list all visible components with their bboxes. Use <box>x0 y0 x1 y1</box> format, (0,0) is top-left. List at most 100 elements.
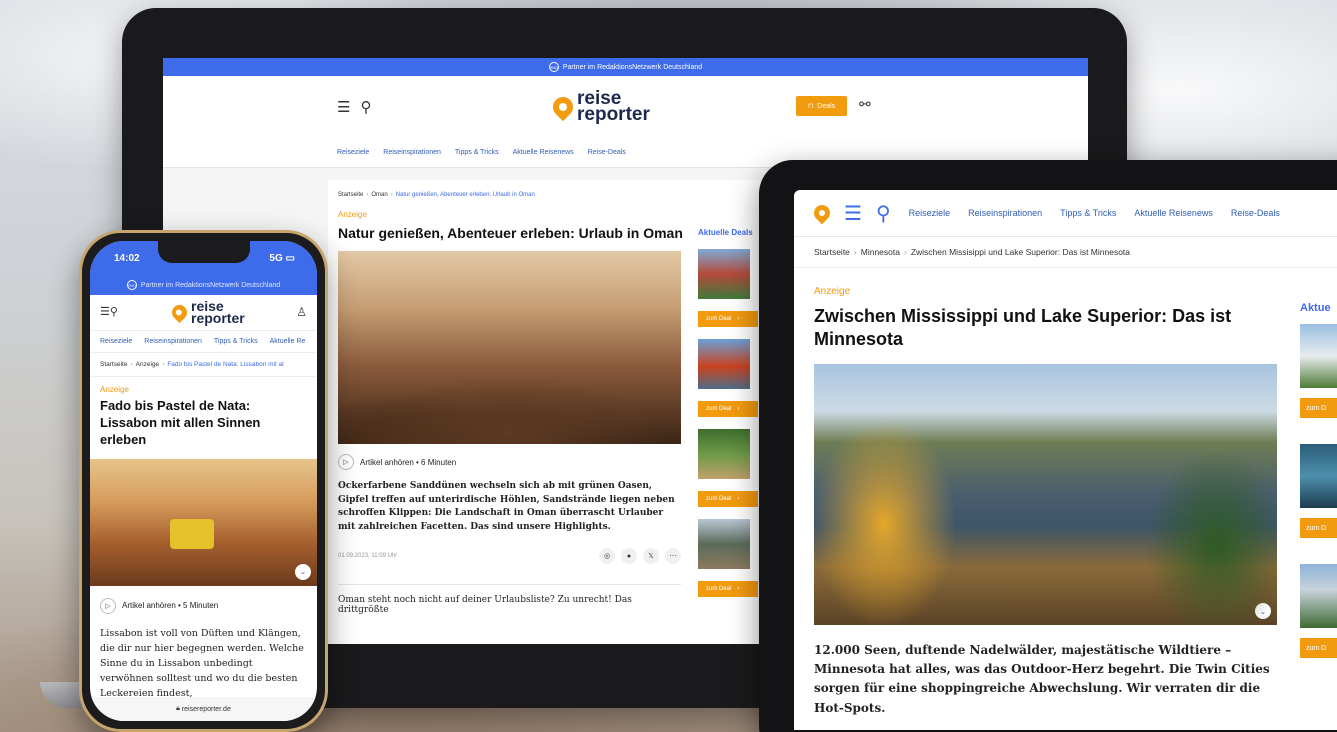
site-header: ☰⚲ reise reporter ♙ <box>90 295 317 331</box>
chevron-down-icon[interactable]: ⌄ <box>295 563 311 580</box>
deals-label: Deals <box>817 102 836 110</box>
nav-item[interactable]: Aktuelle Reisenews <box>1134 208 1213 218</box>
nav-item[interactable]: Tipps & Tricks <box>214 338 258 345</box>
deals-sidebar: Aktue zum D zum D zum D <box>1300 302 1337 684</box>
user-icon[interactable]: ♙ <box>296 305 307 319</box>
deal-button[interactable]: zum Deal › <box>698 491 758 507</box>
logo-pin-icon <box>548 92 578 122</box>
breadcrumb-item[interactable]: Minnesota <box>861 247 900 257</box>
menu-search-icon[interactable]: ☰⚲ <box>100 305 118 318</box>
status-network: 5G ▭ <box>269 252 295 264</box>
nav-item[interactable]: Tipps & Tricks <box>1060 208 1116 218</box>
listen-label: Artikel anhören • 5 Minuten <box>122 601 219 611</box>
whatsapp-icon[interactable]: ◎ <box>599 548 615 564</box>
deal-image[interactable] <box>1300 324 1337 388</box>
url-bar[interactable]: 🔒︎ reisereporter.de <box>90 697 317 721</box>
chevron-down-icon[interactable]: ⌄ <box>1255 603 1271 619</box>
main-nav: Reiseziele Reiseinspirationen Tipps & Tr… <box>90 331 317 353</box>
facebook-icon[interactable]: ● <box>621 548 637 564</box>
partner-banner-text: Partner im RedaktionsNetzwerk Deutschlan… <box>140 281 281 289</box>
article-body: Oman steht noch nicht auf deiner Urlaubs… <box>338 584 681 615</box>
site-logo[interactable]: reise reporter <box>168 298 245 326</box>
partner-banner-text: Partner im RedaktionsNetzwerk Deutschlan… <box>562 63 703 71</box>
nav-item[interactable]: Reiseziele <box>100 338 132 345</box>
logo-text: reise reporter <box>577 88 650 126</box>
hero-image: ⌄ <box>814 364 1277 625</box>
rnd-logo-icon: RND <box>548 62 559 72</box>
menu-icon[interactable]: ☰ <box>337 98 350 116</box>
tablet-screen: ☰ ⚲ Reiseziele Reiseinspirationen Tipps … <box>794 190 1337 730</box>
user-icon[interactable]: ⚯ <box>859 96 871 113</box>
phone-device: 14:02 5G ▭ RND Partner im RedaktionsNetz… <box>79 230 328 732</box>
hero-image: ⌄ <box>90 458 317 586</box>
breadcrumb-current: Zwischen Missisippi und Lake Superior: D… <box>910 247 1131 257</box>
listen-button[interactable]: ▷ Artikel anhören • 6 Minuten <box>338 454 758 470</box>
sidebar-title: Aktue <box>1300 302 1331 314</box>
nav-item[interactable]: Reise-Deals <box>588 149 626 156</box>
ad-label: Anzeige <box>100 385 129 394</box>
deal-button[interactable]: zum D <box>1300 398 1337 418</box>
breadcrumb-current: Natur genießen, Abenteuer erleben: Urlau… <box>395 192 535 198</box>
breadcrumb-current: Fado bis Pastel de Nata: Lissabon mit al <box>167 361 284 368</box>
article-title: Zwischen Mississippi und Lake Superior: … <box>814 306 1232 349</box>
deal-button[interactable]: zum Deal › <box>698 581 758 597</box>
bag-icon: ⊓ <box>807 103 814 110</box>
breadcrumb: Startseite › Minnesota › Zwischen Missisippi… <box>794 237 1337 268</box>
tablet-device: ☰ ⚲ Reiseziele Reiseinspirationen Tipps … <box>759 160 1337 732</box>
site-header: ☰ ⚲ Reiseziele Reiseinspirationen Tipps … <box>794 190 1337 237</box>
logo-pin-icon <box>168 302 191 324</box>
listen-label: Artikel anhören • 6 Minuten <box>360 457 457 467</box>
article-teaser: Lissabon ist voll von Düften und Klängen… <box>100 627 304 700</box>
nav-item[interactable]: Reiseinspirationen <box>968 208 1042 218</box>
logo-pin-icon[interactable] <box>810 201 834 225</box>
breadcrumb-item[interactable]: Anzeige <box>136 361 160 368</box>
deal-image <box>698 339 750 389</box>
nav-item[interactable]: Reiseinspirationen <box>383 149 441 156</box>
deal-button[interactable]: zum D <box>1300 638 1337 658</box>
breadcrumb-item[interactable]: Startseite <box>100 361 127 368</box>
phone-screen: 14:02 5G ▭ RND Partner im RedaktionsNetz… <box>90 241 317 721</box>
ad-label: Anzeige <box>338 210 367 219</box>
hero-image <box>338 251 681 444</box>
nav-item[interactable]: Aktuelle Re <box>270 338 306 345</box>
phone-notch <box>158 241 250 263</box>
breadcrumb-item[interactable]: Startseite <box>814 247 850 257</box>
deal-button[interactable]: zum D <box>1300 518 1337 538</box>
listen-button[interactable]: ▷ Artikel anhören • 5 Minuten <box>100 597 307 614</box>
nav-item[interactable]: Reise-Deals <box>1231 208 1280 218</box>
nav-item[interactable]: Tipps & Tricks <box>455 149 499 156</box>
deal-image <box>698 249 750 299</box>
share-bar: ◎ ● 𝕏 ⋯ <box>599 548 681 564</box>
breadcrumb: Startseite › Oman › Natur genießen, Abenteue… <box>338 192 535 198</box>
menu-icon[interactable]: ☰ <box>844 201 862 226</box>
url-text: reisereporter.de <box>181 705 231 713</box>
ad-label: Anzeige <box>814 286 851 297</box>
article-teaser: Ockerfarbene Sanddünen wechseln sich ab … <box>338 481 675 532</box>
deals-button[interactable]: ⊓ Deals <box>796 96 847 116</box>
nav-item[interactable]: Aktuelle Reisenews <box>513 149 574 156</box>
deal-image[interactable] <box>1300 564 1337 628</box>
play-icon: ▷ <box>100 597 116 614</box>
more-icon[interactable]: ⋯ <box>665 548 681 564</box>
x-icon[interactable]: 𝕏 <box>643 548 659 564</box>
site-header: ☰ ⚲ reise reporter ⊓ Deals ⚯ <box>163 76 1088 138</box>
nav-item[interactable]: Reiseinspirationen <box>144 338 202 345</box>
search-icon[interactable]: ⚲ <box>876 201 891 226</box>
breadcrumb-item[interactable]: Oman <box>371 192 387 198</box>
play-icon: ▷ <box>338 454 354 470</box>
deal-image[interactable] <box>1300 444 1337 508</box>
header-actions: ☰ ⚲ <box>337 98 371 116</box>
article-teaser: 12.000 Seen, duftende Nadelwälder, majes… <box>814 643 1270 715</box>
site-logo[interactable]: reise reporter <box>548 88 650 126</box>
deal-button[interactable]: zum Deal › <box>698 311 758 327</box>
search-icon[interactable]: ⚲ <box>360 98 371 116</box>
partner-banner[interactable]: RND Partner im RedaktionsNetzwerk Deutsc… <box>163 58 1088 76</box>
breadcrumb-item[interactable]: Startseite <box>338 192 363 198</box>
article-title: Fado bis Pastel de Nata: Lissabon mit al… <box>100 398 261 447</box>
deal-button[interactable]: zum Deal › <box>698 401 758 417</box>
logo-text: reise reporter <box>191 298 245 326</box>
rnd-logo-icon: RND <box>126 280 137 290</box>
partner-banner[interactable]: RND Partner im RedaktionsNetzwerk Deutsc… <box>90 275 317 295</box>
nav-item[interactable]: Reiseziele <box>909 208 951 218</box>
nav-item[interactable]: Reiseziele <box>337 149 369 156</box>
